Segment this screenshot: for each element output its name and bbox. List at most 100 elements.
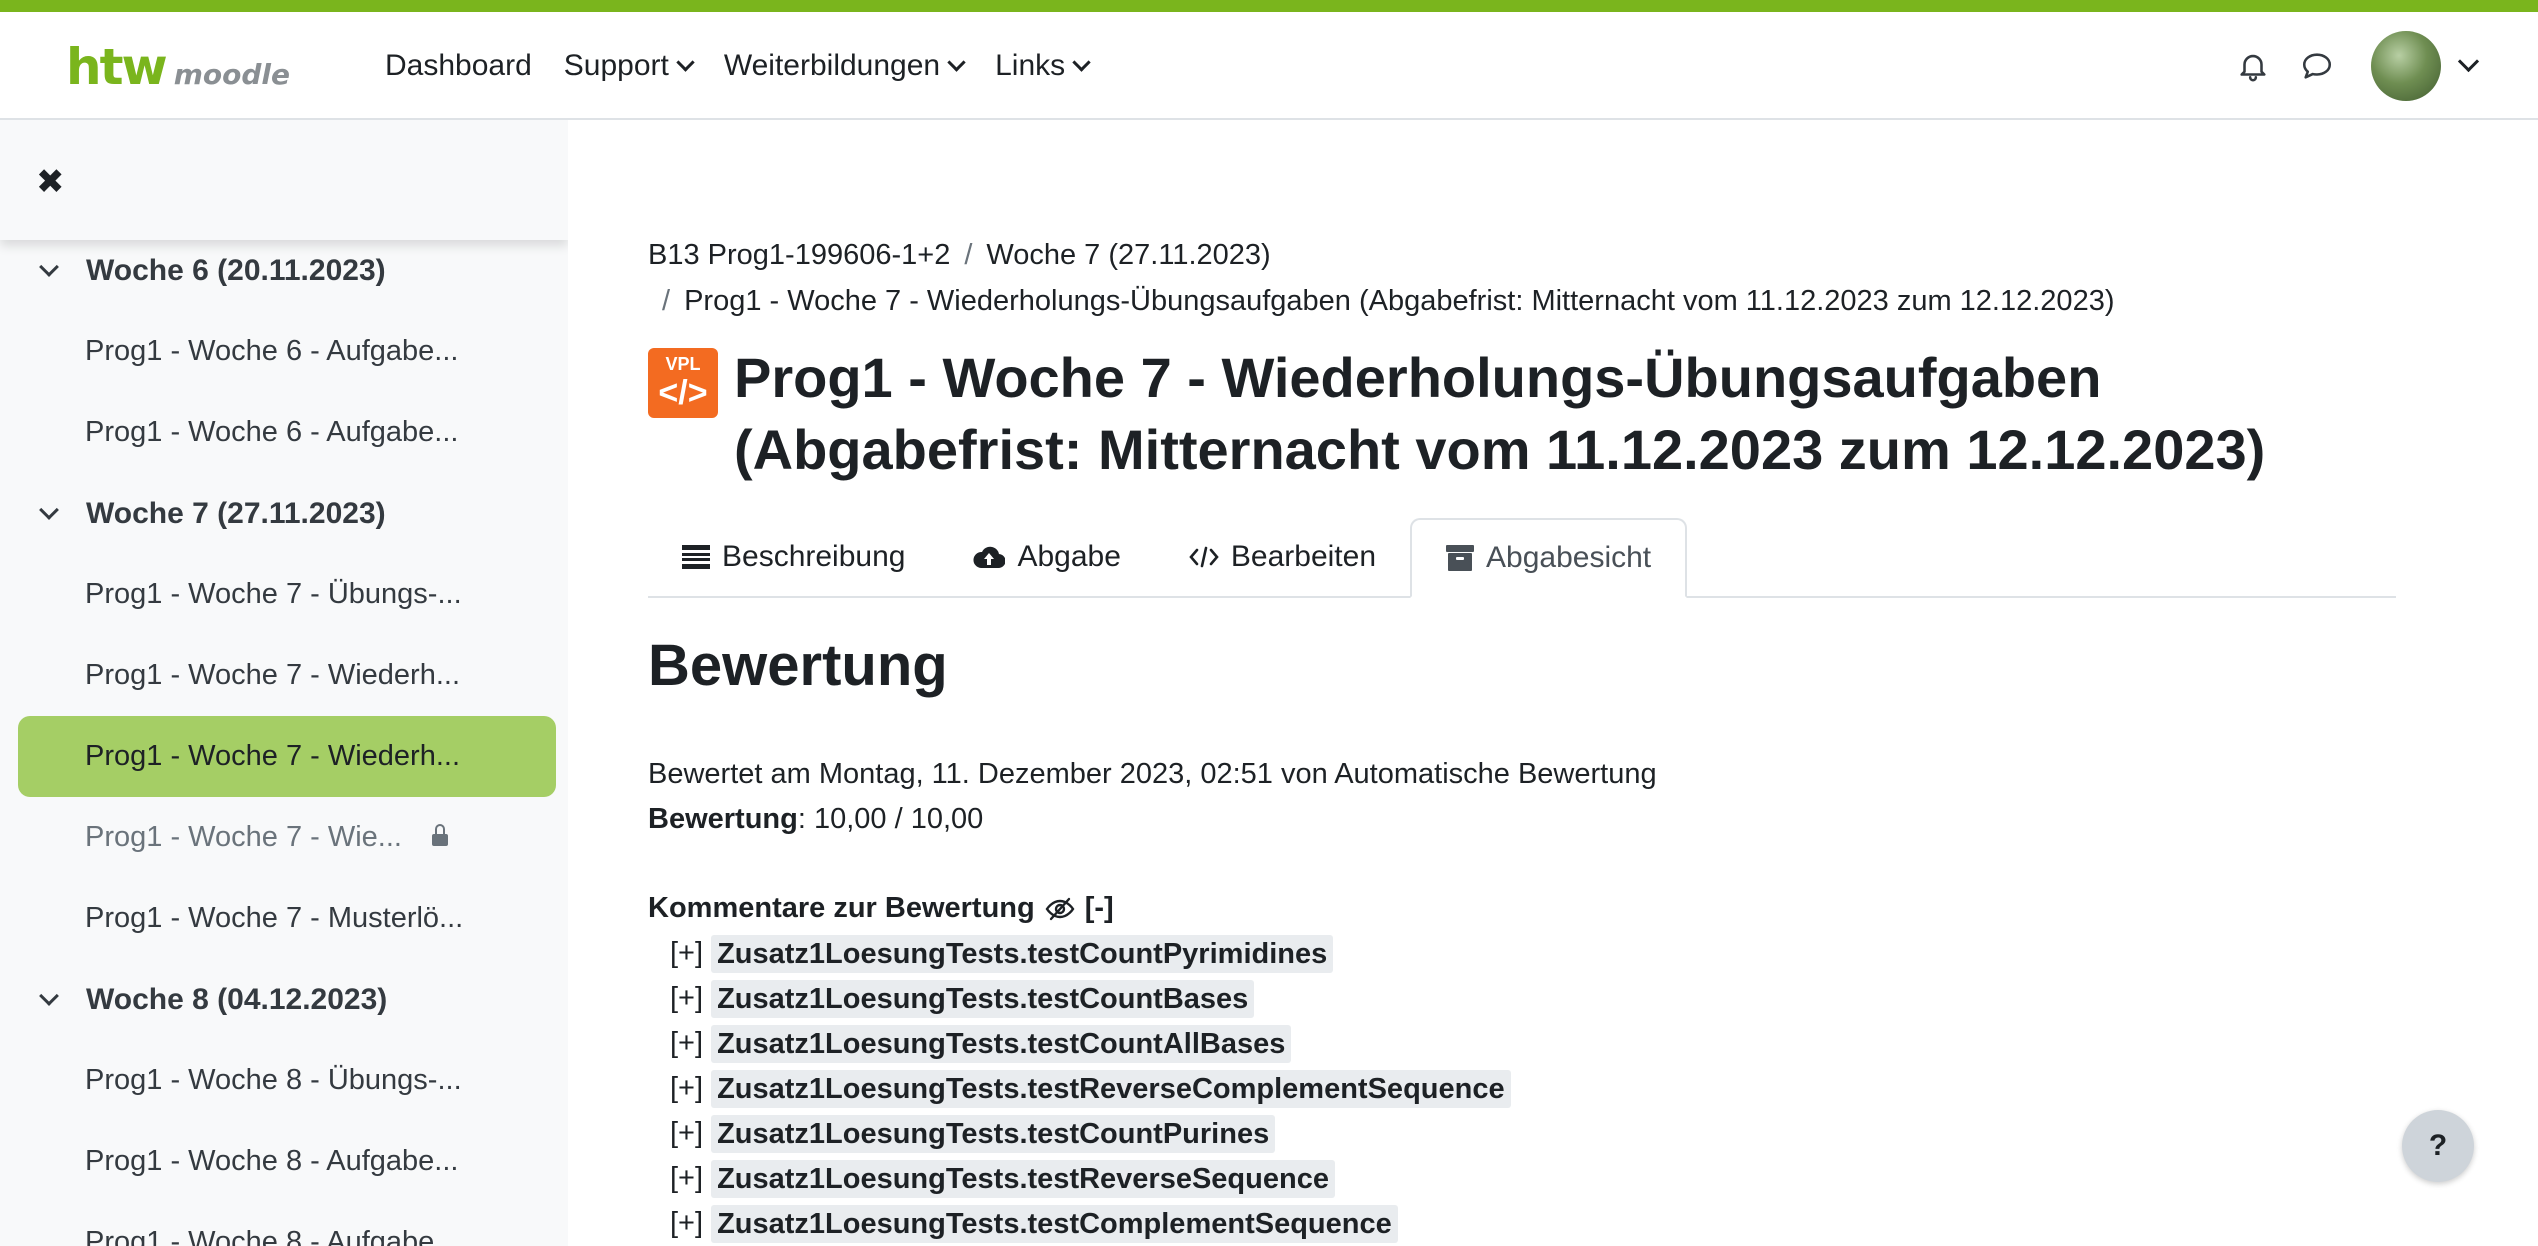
activity-tabs: Beschreibung Abgabe Bearbeiten Abgabesic…: [648, 516, 2396, 598]
section-woche-8[interactable]: Woche 8 (04.12.2023): [0, 959, 568, 1040]
chevron-down-icon[interactable]: [2457, 50, 2480, 72]
expand-toggle[interactable]: [+]: [670, 931, 703, 976]
test-name: Zusatz1LoesungTests.testCountAllBases: [711, 1024, 1292, 1063]
section-woche-6[interactable]: Woche 6 (20.11.2023): [0, 230, 568, 311]
activity-link[interactable]: Prog1 - Woche 6 - Aufgabe...: [0, 311, 568, 392]
code-icon: [1189, 546, 1219, 568]
test-name: Zusatz1LoesungTests.testComplementSequen…: [711, 1204, 1398, 1243]
nav-support-label: Support: [563, 49, 669, 82]
activity-label: Prog1 - Woche 7 - Musterlö...: [85, 902, 464, 934]
page-title: Prog1 - Woche 7 - Wiederholungs-Übungsau…: [734, 342, 2448, 486]
avatar[interactable]: [2371, 31, 2441, 101]
expand-toggle[interactable]: [+]: [670, 1066, 703, 1111]
logo[interactable]: htw moodle: [66, 38, 290, 98]
activity-link[interactable]: Prog1 - Woche 7 - Musterlö...: [0, 878, 568, 959]
activity-link-current[interactable]: Prog1 - Woche 7 - Wiederh...: [18, 716, 556, 797]
tab-beschreibung[interactable]: Beschreibung: [648, 518, 939, 596]
expand-toggle[interactable]: [+]: [670, 1156, 703, 1201]
collapse-toggle[interactable]: [-]: [1085, 886, 1114, 931]
chevron-down-icon: [1072, 52, 1091, 72]
tab-abgabe[interactable]: Abgabe: [939, 518, 1154, 596]
chevron-down-icon[interactable]: [39, 985, 59, 1006]
test-comment-row: [+] Zusatz1LoesungTests.testReverseSequen…: [648, 1156, 1511, 1201]
chat-icon: [2302, 53, 2332, 79]
list-icon: [682, 545, 710, 569]
section-label: Woche 7 (27.11.2023): [86, 496, 386, 530]
grade-label: Bewertung: [648, 803, 798, 835]
activity-link[interactable]: Prog1 - Woche 8 - Übungs-...: [0, 1040, 568, 1121]
code-icon: </>: [658, 374, 708, 412]
navbar: htw moodle Dashboard Support Weiterbildu…: [0, 12, 2538, 120]
top-accent-bar: [0, 0, 2538, 12]
nav-links[interactable]: Links: [995, 49, 1091, 83]
section-woche-7[interactable]: Woche 7 (27.11.2023): [0, 473, 568, 554]
activity-label: Prog1 - Woche 8 - Übungs-...: [85, 1064, 462, 1096]
activity-link[interactable]: Prog1 - Woche 8 - Aufgabe...: [0, 1121, 568, 1202]
breadcrumb-separator: /: [964, 239, 973, 271]
test-comment-row: [+] Zusatz1LoesungTests.testCountAllBases: [648, 1021, 1511, 1066]
breadcrumb-section[interactable]: Woche 7 (27.11.2023): [986, 239, 1270, 271]
drawer-header: ✖: [0, 120, 568, 240]
activity-link[interactable]: Prog1 - Woche 8 - Aufgabe...: [0, 1202, 568, 1246]
tab-abgabesicht[interactable]: Abgabesicht: [1410, 518, 1688, 598]
user-navigation: [2229, 12, 2538, 120]
expand-toggle[interactable]: [+]: [670, 976, 703, 1021]
activity-link-restricted[interactable]: Prog1 - Woche 7 - Wie...: [0, 797, 568, 878]
tab-label: Bearbeiten: [1230, 540, 1377, 573]
test-comment-row: [+] Zusatz1LoesungTests.testComplementSeq…: [648, 1201, 1511, 1246]
activity-link[interactable]: Prog1 - Woche 7 - Übungs-...: [0, 554, 568, 635]
test-name: Zusatz1LoesungTests.testReverseSequence: [711, 1159, 1335, 1198]
tab-bearbeiten[interactable]: Bearbeiten: [1155, 518, 1410, 596]
activity-link[interactable]: Prog1 - Woche 6 - Aufgabe...: [0, 392, 568, 473]
activity-label: Prog1 - Woche 7 - Wiederh...: [85, 659, 461, 691]
nav-support[interactable]: Support: [563, 49, 695, 83]
activity-label: Prog1 - Woche 8 - Aufgabe...: [85, 1145, 459, 1177]
test-name: Zusatz1LoesungTests.testReverseComplemen…: [711, 1069, 1511, 1108]
activity-label: Prog1 - Woche 6 - Aufgabe...: [85, 416, 459, 448]
test-name: Zusatz1LoesungTests.testCountPurines: [711, 1114, 1276, 1153]
messages-button[interactable]: [2293, 42, 2341, 90]
chevron-down-icon[interactable]: [39, 256, 59, 277]
tab-label: Abgabesicht: [1486, 541, 1652, 574]
test-comment-row: [+] Zusatz1LoesungTests.testCountBases: [648, 976, 1511, 1021]
activity-label: Prog1 - Woche 7 - Übungs-...: [85, 578, 462, 610]
activity-label: Prog1 - Woche 6 - Aufgabe...: [85, 335, 459, 367]
close-icon[interactable]: ✖: [36, 162, 65, 202]
activity-label: Prog1 - Woche 8 - Aufgabe...: [85, 1226, 459, 1246]
graded-line: Bewertet am Montag, 11. Dezember 2023, 0…: [648, 758, 1657, 790]
breadcrumb-separator: /: [662, 285, 671, 317]
breadcrumb: B13 Prog1-199606-1+2 / Woche 7 (27.11.2023…: [648, 232, 2428, 324]
comments-heading: Kommentare zur Bewertung [-]: [648, 886, 1511, 931]
grade-value: : 10,00 / 10,00: [797, 803, 984, 835]
help-button[interactable]: ?: [2402, 1110, 2474, 1182]
nav-weiterbildungen-label: Weiterbildungen: [723, 49, 941, 82]
archive-icon: [1446, 545, 1475, 571]
nav-dashboard[interactable]: Dashboard: [385, 49, 532, 83]
primary-navigation: Dashboard Support Weiterbildungen Links: [385, 12, 1120, 120]
test-name: Zusatz1LoesungTests.testCountPyrimidines: [711, 934, 1334, 973]
logo-sub: moodle: [173, 58, 290, 91]
breadcrumb-course[interactable]: B13 Prog1-199606-1+2: [648, 239, 950, 271]
section-label: Woche 8 (04.12.2023): [86, 982, 388, 1016]
breadcrumb-activity[interactable]: Prog1 - Woche 7 - Wiederholungs-Übungsau…: [684, 285, 2114, 317]
section-label: Woche 6 (20.11.2023): [86, 253, 386, 287]
page-title-line-1: Prog1 - Woche 7 - Wiederholungs-Übungsau…: [734, 346, 2102, 409]
activity-link[interactable]: Prog1 - Woche 7 - Wiederh...: [0, 635, 568, 716]
nav-weiterbildungen[interactable]: Weiterbildungen: [723, 49, 966, 83]
vpl-activity-icon: VPL </>: [648, 348, 718, 418]
grade-comments: Kommentare zur Bewertung [-] [+] Zusatz1L…: [648, 886, 1511, 1246]
nav-dashboard-label: Dashboard: [385, 49, 532, 82]
notifications-button[interactable]: [2229, 42, 2277, 90]
eye-slash-icon[interactable]: [1045, 897, 1075, 921]
activity-label: Prog1 - Woche 7 - Wie...: [85, 821, 402, 853]
test-comment-row: [+] Zusatz1LoesungTests.testCountPurines: [648, 1111, 1511, 1156]
expand-toggle[interactable]: [+]: [670, 1021, 703, 1066]
expand-toggle[interactable]: [+]: [670, 1111, 703, 1156]
chevron-down-icon: [947, 52, 966, 72]
comments-heading-label: Kommentare zur Bewertung: [648, 892, 1035, 924]
course-index: Woche 6 (20.11.2023) Prog1 - Woche 6 - A…: [0, 230, 568, 1246]
page-title-line-2: (Abgabefrist: Mitternacht vom 11.12.2023…: [734, 418, 2266, 481]
tab-label: Beschreibung: [722, 540, 906, 573]
chevron-down-icon[interactable]: [39, 499, 59, 520]
expand-toggle[interactable]: [+]: [670, 1201, 703, 1246]
